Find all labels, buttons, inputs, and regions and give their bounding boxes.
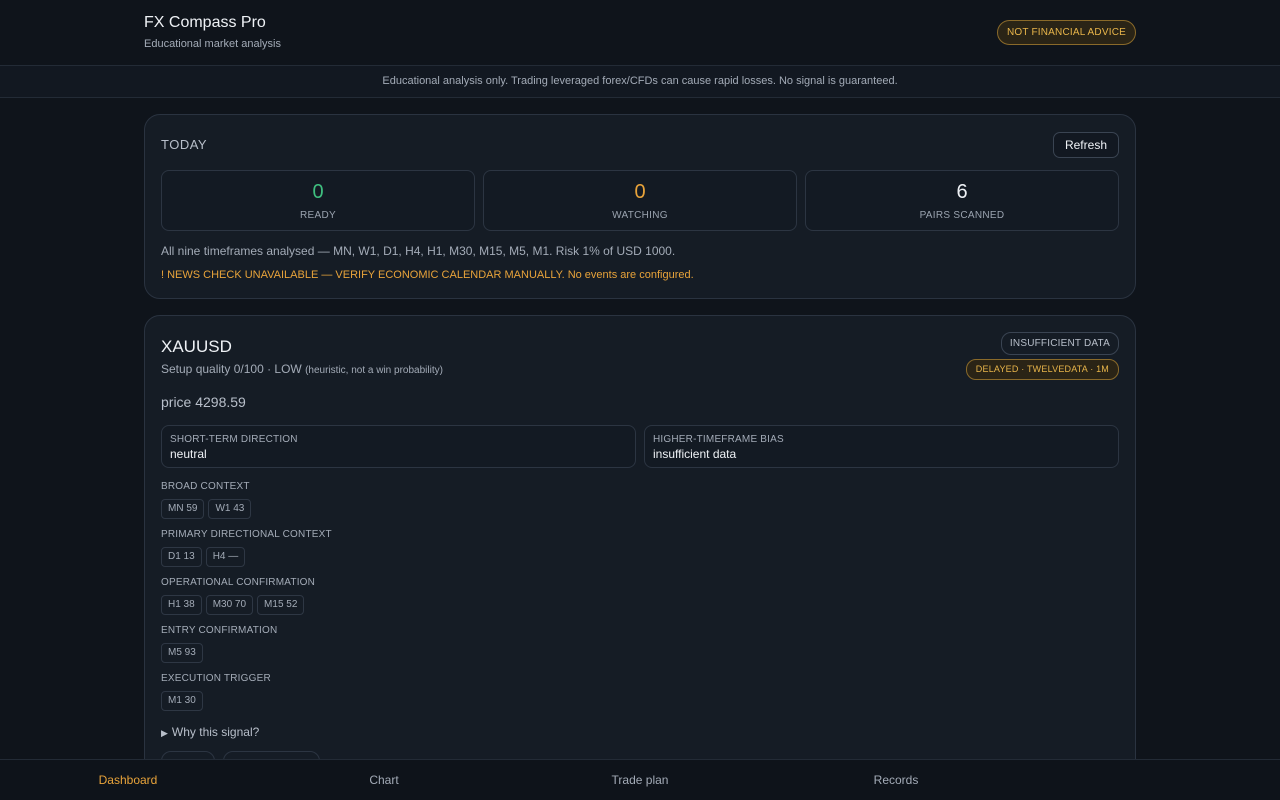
short-term-direction-label: SHORT-TERM DIRECTION: [170, 434, 298, 445]
triangle-right-icon: ▶: [161, 728, 168, 738]
why-this-signal-toggle[interactable]: ▶ Why this signal?: [161, 725, 259, 739]
timeframe-chip: W1 43: [208, 499, 252, 519]
price: price 4298.59: [161, 394, 246, 410]
primary-directional-context-chips: D1 13 H4 —: [161, 547, 246, 567]
timeframes-summary: All nine timeframes analysed — MN, W1, D…: [161, 244, 676, 258]
entry-confirmation-chips: M5 93: [161, 643, 203, 663]
operational-confirmation-label: OPERATIONAL CONFIRMATION: [161, 577, 316, 588]
timeframe-chip: MN 59: [161, 499, 205, 519]
nav-dashboard[interactable]: Dashboard: [0, 760, 256, 800]
news-warning: ! NEWS CHECK UNAVAILABLE — VERIFY ECONOM…: [161, 269, 694, 281]
primary-directional-context-label: PRIMARY DIRECTIONAL CONTEXT: [161, 529, 332, 540]
timeframe-chip: H1 38: [161, 595, 202, 615]
htf-bias-value: insufficient data: [653, 447, 737, 461]
broad-context-chips: MN 59 W1 43: [161, 499, 252, 519]
timeframe-chip: M30 70: [205, 595, 254, 615]
htf-bias-label: HIGHER-TIMEFRAME BIAS: [653, 434, 784, 445]
disclaimer-text: Educational analysis only. Trading lever…: [382, 75, 898, 87]
execution-trigger-chips: M1 30: [161, 691, 203, 711]
nav-chart[interactable]: Chart: [256, 760, 512, 800]
nav-records[interactable]: Records: [768, 760, 1024, 800]
status-badge: INSUFFICIENT DATA: [1000, 332, 1119, 355]
disclaimer-bar: Educational analysis only. Trading lever…: [0, 66, 1280, 98]
pair-symbol: XAUUSD: [161, 337, 232, 356]
entry-confirmation-label: ENTRY CONFIRMATION: [161, 625, 278, 636]
stat-ready-label: READY: [300, 210, 336, 221]
setup-quality-note: (heuristic, not a win probability): [305, 365, 443, 376]
timeframe-chip: M5 93: [161, 643, 203, 663]
nav-trade-plan[interactable]: Trade plan: [512, 760, 768, 800]
why-this-signal-label: Why this signal?: [171, 725, 260, 739]
execution-trigger-label: EXECUTION TRIGGER: [161, 673, 271, 684]
setup-quality-score: Setup quality 0/100 · LOW: [161, 362, 302, 376]
stat-ready: 0 READY: [161, 170, 475, 231]
htf-bias-box: HIGHER-TIMEFRAME BIAS insufficient data: [644, 425, 1119, 468]
stat-watching: 0 WATCHING: [483, 170, 797, 231]
stat-watching-label: WATCHING: [612, 210, 668, 221]
app-subtitle: Educational market analysis: [144, 38, 281, 50]
not-financial-advice-badge: NOT FINANCIAL ADVICE: [996, 20, 1136, 45]
stat-pairs-label: PAIRS SCANNED: [919, 210, 1005, 221]
stat-pairs-value: 6: [956, 181, 968, 203]
stat-watching-value: 0: [634, 181, 646, 203]
app-title: FX Compass Pro: [144, 14, 266, 31]
stat-pairs-scanned: 6 PAIRS SCANNED: [805, 170, 1119, 231]
timeframe-chip: M15 52: [257, 595, 305, 615]
short-term-direction-value: neutral: [170, 447, 207, 461]
timeframe-chip: D1 13: [161, 547, 202, 567]
timeframe-chip: H4 —: [205, 547, 246, 567]
pair-card: XAUUSD Setup quality 0/100 · LOW (heuris…: [144, 315, 1136, 785]
feed-badge: DELAYED · TWELVEDATA · 1M: [965, 359, 1119, 380]
today-heading: TODAY: [161, 137, 208, 152]
short-term-direction-box: SHORT-TERM DIRECTION neutral: [161, 425, 636, 468]
timeframe-chip: M1 30: [161, 691, 203, 711]
today-card: TODAY Refresh 0 READY 0 WATCHING 6 PAIRS…: [144, 114, 1136, 299]
stat-ready-value: 0: [312, 181, 324, 203]
setup-quality: Setup quality 0/100 · LOW (heuristic, no…: [161, 362, 443, 376]
operational-confirmation-chips: H1 38 M30 70 M15 52: [161, 595, 305, 615]
refresh-button[interactable]: Refresh: [1052, 132, 1119, 158]
bottom-nav: Dashboard Chart Trade plan Records: [0, 759, 1280, 800]
broad-context-label: BROAD CONTEXT: [161, 481, 250, 492]
app-header: FX Compass Pro Educational market analys…: [0, 0, 1280, 66]
